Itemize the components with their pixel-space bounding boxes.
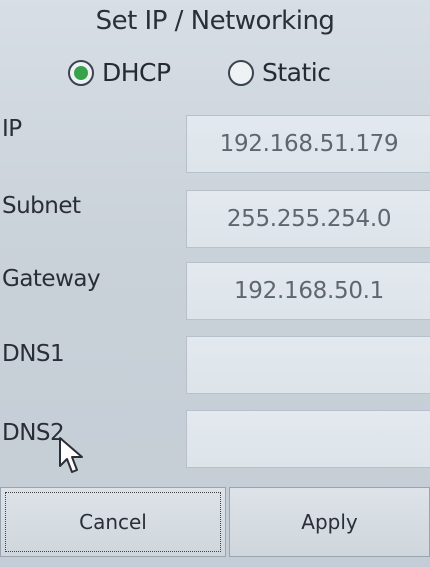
radio-unselected-icon [228, 59, 254, 86]
cancel-button[interactable]: Cancel [0, 487, 226, 557]
gateway-field[interactable]: 192.168.50.1 [186, 262, 430, 320]
gateway-label: Gateway [2, 266, 101, 292]
subnet-field[interactable]: 255.255.254.0 [186, 190, 430, 248]
dns2-label: DNS2 [2, 420, 65, 446]
ip-field[interactable]: 192.168.51.179 [186, 115, 430, 173]
subnet-label: Subnet [2, 193, 81, 219]
dhcp-radio-label: DHCP [102, 58, 171, 87]
page-title: Set IP / Networking [95, 6, 335, 36]
dns1-field[interactable] [186, 336, 430, 394]
static-radio-label: Static [262, 58, 331, 87]
radio-dot [74, 65, 88, 80]
network-settings-screen: Set IP / Networking DHCP Static IP 192.1… [0, 0, 430, 567]
dhcp-radio[interactable]: DHCP [68, 58, 171, 87]
ip-mode-radio-group: DHCP Static [0, 58, 430, 102]
radio-selected-icon [68, 59, 94, 86]
dns2-field[interactable] [186, 410, 430, 468]
dns1-label: DNS1 [2, 341, 65, 367]
arrow-cursor-icon [59, 437, 83, 473]
static-radio[interactable]: Static [228, 58, 331, 87]
ip-label: IP [2, 116, 22, 142]
apply-button[interactable]: Apply [229, 487, 430, 557]
